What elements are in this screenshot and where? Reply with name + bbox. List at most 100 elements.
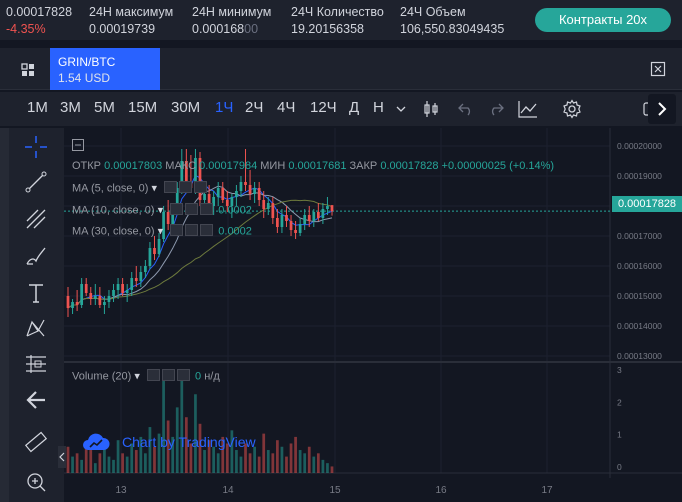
timeframe-week[interactable]: Н bbox=[373, 99, 384, 116]
brush-icon[interactable] bbox=[22, 242, 50, 270]
volume-bar bbox=[107, 456, 111, 473]
volume-axis-label: 2 bbox=[617, 397, 622, 407]
candle-body bbox=[321, 209, 325, 218]
candle-body bbox=[121, 284, 124, 293]
low-24h-value: 0.00016800 bbox=[192, 22, 259, 36]
volume-bar bbox=[298, 450, 302, 473]
crosshair-icon[interactable] bbox=[22, 133, 50, 161]
volume-bar bbox=[289, 443, 293, 473]
settings-gear-icon[interactable] bbox=[560, 97, 584, 121]
panel-scrollbar[interactable] bbox=[0, 128, 9, 502]
candle-body bbox=[134, 278, 138, 281]
candle-body bbox=[157, 239, 161, 254]
timeframe-12h[interactable]: 12Ч bbox=[310, 99, 337, 116]
chevron-down-icon[interactable] bbox=[394, 102, 408, 116]
ohlc-legend: ОТКР 0.00017803 МАКС 0.00017984 МИН 0.00… bbox=[72, 160, 555, 172]
timeframe-day[interactable]: Д bbox=[349, 99, 359, 116]
undo-icon[interactable] bbox=[456, 99, 476, 119]
volume-legend[interactable]: Volume (20) ▾ 0 н/д bbox=[72, 369, 220, 384]
ma30-legend[interactable]: MA (30, close, 0) ▾ 0.0002 bbox=[72, 224, 252, 239]
tradingview-watermark[interactable]: Chart by TradingView bbox=[82, 432, 256, 452]
scroll-right-icon[interactable] bbox=[648, 94, 676, 124]
volume-bar bbox=[266, 450, 270, 473]
ruler-icon[interactable] bbox=[22, 428, 50, 456]
volume-bar bbox=[71, 456, 74, 473]
last-price: 0.00017828 bbox=[6, 5, 73, 19]
candle-body bbox=[262, 200, 266, 209]
text-tool-icon[interactable] bbox=[22, 279, 50, 307]
timeframe-1m[interactable]: 1M bbox=[27, 99, 48, 116]
candle-body bbox=[103, 302, 106, 305]
back-arrow-icon[interactable] bbox=[22, 386, 50, 414]
volume-bar bbox=[285, 456, 288, 473]
current-price-tag: 0.00017828 bbox=[612, 196, 682, 212]
candle-body bbox=[216, 188, 220, 197]
timeframe-5m[interactable]: 5M bbox=[94, 99, 115, 116]
volume-24h-label: 24Ч Объем bbox=[400, 5, 466, 19]
candle-body bbox=[66, 296, 70, 308]
timeframe-2h[interactable]: 2Ч bbox=[245, 99, 263, 116]
volume-bar bbox=[262, 433, 266, 473]
candle-body bbox=[80, 284, 84, 305]
measure-tool-icon[interactable] bbox=[22, 350, 50, 378]
candle-body bbox=[116, 284, 120, 290]
ma30-value: 0.0002 bbox=[218, 225, 252, 238]
candle-body bbox=[93, 296, 97, 299]
candles-icon[interactable] bbox=[420, 98, 442, 120]
indicators-icon[interactable] bbox=[516, 97, 540, 121]
timeframe-1h[interactable]: 1Ч bbox=[215, 99, 233, 116]
volume-bar bbox=[180, 374, 184, 473]
candle-body bbox=[71, 302, 74, 308]
time-axis-label: 14 bbox=[222, 485, 234, 496]
candle-body bbox=[271, 203, 275, 218]
timeframe-4h[interactable]: 4Ч bbox=[277, 99, 295, 116]
time-axis-label: 15 bbox=[329, 485, 341, 496]
candle-body bbox=[280, 215, 284, 227]
candle-body bbox=[312, 212, 316, 221]
volume-bar bbox=[280, 446, 284, 473]
candle-body bbox=[316, 212, 320, 218]
timeframe-3m[interactable]: 3M bbox=[60, 99, 81, 116]
volume-axis-label: 0 bbox=[617, 462, 622, 472]
volume-bar bbox=[112, 459, 115, 473]
watermark-text: Chart by TradingView bbox=[122, 434, 256, 450]
candle-body bbox=[289, 221, 293, 230]
volume-bar bbox=[326, 463, 329, 473]
candle-body bbox=[326, 206, 329, 209]
volume-bar bbox=[80, 459, 84, 473]
candle-body bbox=[89, 293, 93, 299]
candle-body bbox=[294, 230, 297, 233]
ma5-legend[interactable]: MA (5, close, 0) ▾ bbox=[72, 181, 209, 196]
contracts-button[interactable]: Контракты 20x bbox=[535, 8, 671, 32]
candle-body bbox=[139, 272, 143, 281]
collapse-legend-icon[interactable] bbox=[72, 139, 84, 151]
volume-bar bbox=[248, 453, 252, 473]
collapse-icon[interactable] bbox=[648, 59, 668, 79]
chart-toolbar: 1M 3M 5M 15M 30M 1Ч 2Ч 4Ч 12Ч Д Н bbox=[0, 92, 682, 126]
fib-tool-icon[interactable] bbox=[22, 205, 50, 233]
ma10-legend[interactable]: MA (10, close, 0) ▾ 0.0002 bbox=[72, 203, 252, 218]
volume-bar bbox=[271, 453, 275, 473]
redo-icon[interactable] bbox=[486, 99, 506, 119]
trend-line-icon[interactable] bbox=[22, 168, 50, 196]
zoom-in-icon[interactable] bbox=[22, 468, 50, 496]
timeframe-15m[interactable]: 15M bbox=[128, 99, 157, 116]
scroll-left-icon[interactable] bbox=[58, 446, 66, 468]
timeframe-30m[interactable]: 30M bbox=[171, 99, 200, 116]
layout-grid-icon[interactable] bbox=[18, 60, 38, 80]
candle-body bbox=[153, 248, 156, 254]
price-axis-label: 0.00015000 bbox=[617, 291, 662, 301]
high-24h-value: 0.00019739 bbox=[89, 22, 156, 36]
volume-bar bbox=[307, 446, 311, 473]
volume-bar bbox=[121, 453, 124, 473]
high-24h-label: 24Н максимум bbox=[89, 5, 174, 19]
pattern-tool-icon[interactable] bbox=[22, 314, 50, 342]
symbol-tab[interactable]: GRIN/BTC 1.54 USD bbox=[50, 48, 160, 90]
candle-body bbox=[84, 284, 88, 293]
candle-body bbox=[239, 182, 243, 191]
volume-bar bbox=[276, 440, 279, 473]
volume-axis-label: 3 bbox=[617, 365, 622, 375]
volume-bar bbox=[89, 450, 93, 473]
candle-body bbox=[107, 296, 111, 302]
symbol-name: GRIN/BTC bbox=[58, 55, 116, 69]
